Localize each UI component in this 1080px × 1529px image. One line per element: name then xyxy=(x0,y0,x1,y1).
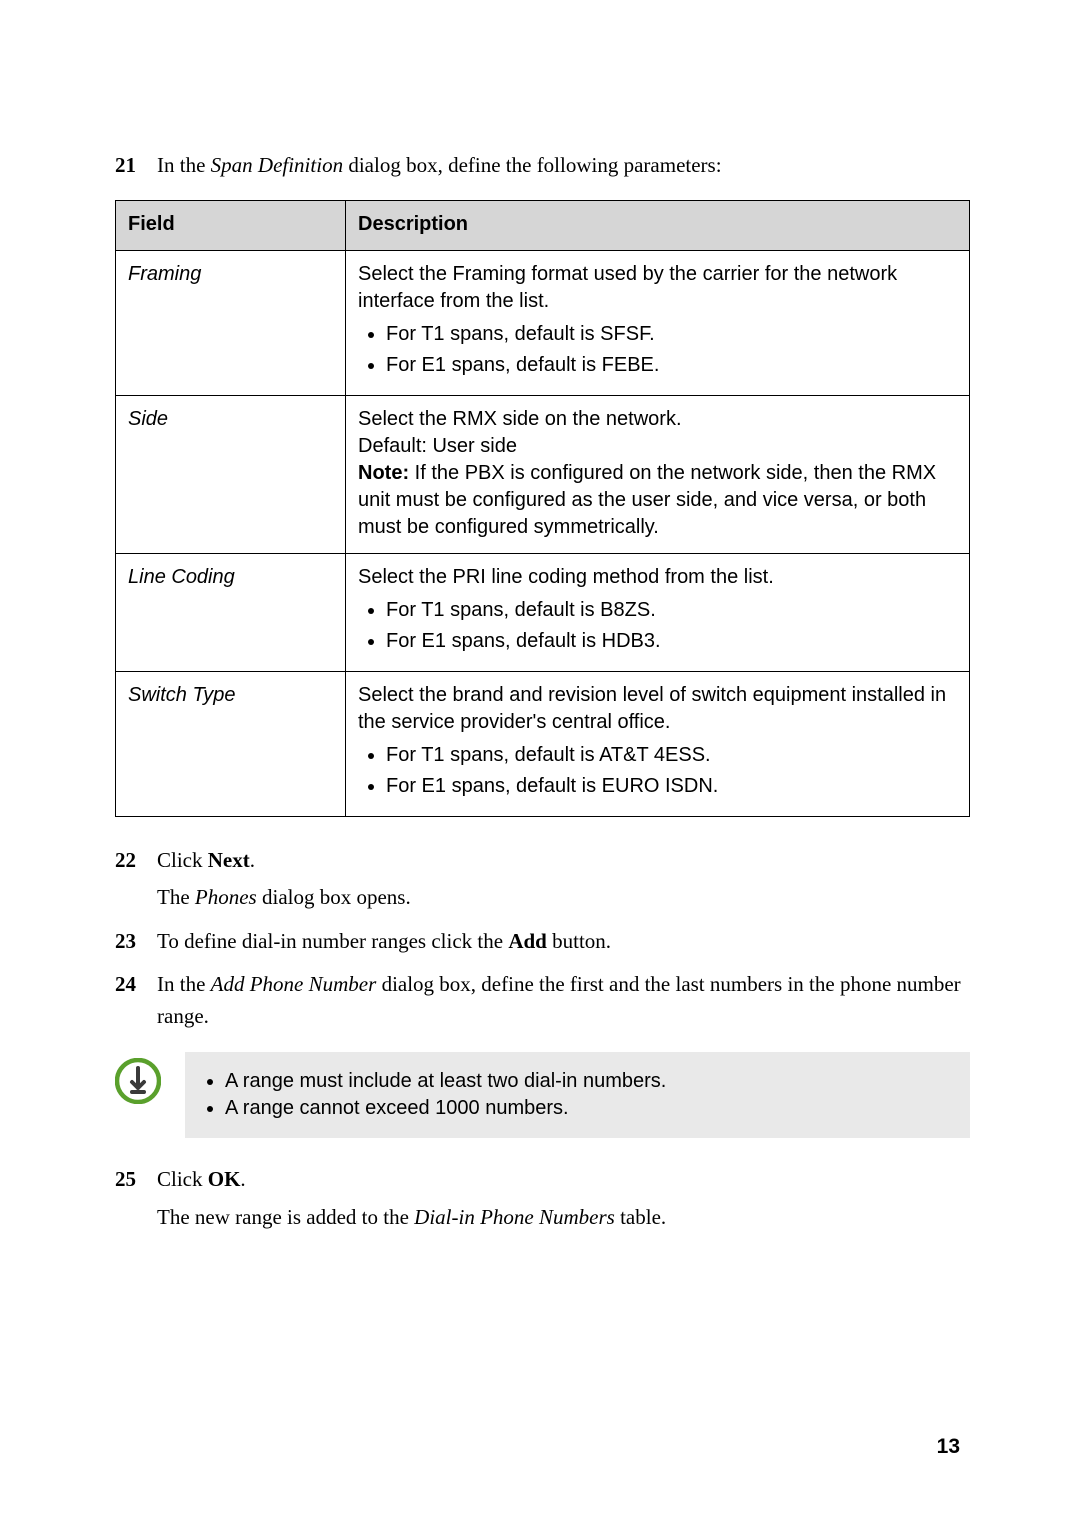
step-body: Click OK. The new range is added to the … xyxy=(157,1164,970,1233)
note-content: A range must include at least two dial-i… xyxy=(185,1052,970,1138)
desc-text: Select the brand and revision level of s… xyxy=(358,684,946,733)
page-number: 13 xyxy=(937,1435,960,1459)
note-callout: A range must include at least two dial-i… xyxy=(115,1052,970,1138)
list-item: For E1 spans, default is FEBE. xyxy=(386,352,957,379)
text-italic: Span Definition xyxy=(211,153,343,177)
text: To define dial-in number ranges click th… xyxy=(157,929,508,953)
field-name: Line Coding xyxy=(116,553,346,671)
note-icon xyxy=(115,1058,161,1104)
header-desc: Description xyxy=(346,200,970,250)
text: dialog box opens. xyxy=(257,885,411,909)
text-bold: Next xyxy=(208,848,250,872)
desc-text: Select the RMX side on the network. xyxy=(358,406,957,433)
text: In the xyxy=(157,972,211,996)
table-row: Framing Select the Framing format used b… xyxy=(116,250,970,395)
bullet-list: For T1 spans, default is AT&T 4ESS. For … xyxy=(358,742,957,800)
text: The new range is added to the xyxy=(157,1205,414,1229)
step-body: To define dial-in number ranges click th… xyxy=(157,926,970,958)
step-24: 24 In the Add Phone Number dialog box, d… xyxy=(115,969,970,1032)
field-name: Side xyxy=(116,395,346,553)
text-bold: Add xyxy=(508,929,547,953)
field-desc: Select the Framing format used by the ca… xyxy=(346,250,970,395)
table-row: Side Select the RMX side on the network.… xyxy=(116,395,970,553)
span-definition-table: Field Description Framing Select the Fra… xyxy=(115,200,970,817)
list-item: For T1 spans, default is SFSF. xyxy=(386,321,957,348)
list-item: For T1 spans, default is B8ZS. xyxy=(386,597,957,624)
text-italic: Phones xyxy=(195,885,257,909)
step-number: 25 xyxy=(115,1164,157,1233)
step-25: 25 Click OK. The new range is added to t… xyxy=(115,1164,970,1233)
field-desc: Select the PRI line coding method from t… xyxy=(346,553,970,671)
step-number: 22 xyxy=(115,845,157,914)
text: table. xyxy=(615,1205,666,1229)
desc-note: Note: If the PBX is configured on the ne… xyxy=(358,460,957,541)
text: . xyxy=(240,1167,245,1191)
bullet-list: For T1 spans, default is B8ZS. For E1 sp… xyxy=(358,597,957,655)
bullet-list: For T1 spans, default is SFSF. For E1 sp… xyxy=(358,321,957,379)
desc-text: Select the PRI line coding method from t… xyxy=(358,566,774,588)
text: Click xyxy=(157,1167,208,1191)
step-number: 23 xyxy=(115,926,157,958)
text-italic: Add Phone Number xyxy=(211,972,377,996)
field-name: Switch Type xyxy=(116,671,346,816)
text: . xyxy=(250,848,255,872)
text-italic: Dial-in Phone Numbers xyxy=(414,1205,615,1229)
table-row: Line Coding Select the PRI line coding m… xyxy=(116,553,970,671)
desc-text: Select the Framing format used by the ca… xyxy=(358,263,897,312)
list-item: For T1 spans, default is AT&T 4ESS. xyxy=(386,742,957,769)
list-item: For E1 spans, default is HDB3. xyxy=(386,628,957,655)
step-body: In the Span Definition dialog box, defin… xyxy=(157,150,970,182)
note-text: If the PBX is configured on the network … xyxy=(358,462,936,538)
step-body: Click Next. The Phones dialog box opens. xyxy=(157,845,970,914)
list-item: A range cannot exceed 1000 numbers. xyxy=(225,1097,954,1120)
step-23: 23 To define dial-in number ranges click… xyxy=(115,926,970,958)
step-body: In the Add Phone Number dialog box, defi… xyxy=(157,969,970,1032)
step-subtext: The Phones dialog box opens. xyxy=(157,882,970,914)
list-item: For E1 spans, default is EURO ISDN. xyxy=(386,773,957,800)
header-field: Field xyxy=(116,200,346,250)
note-icon-wrap xyxy=(115,1052,185,1109)
text-bold: OK xyxy=(208,1167,241,1191)
step-subtext: The new range is added to the Dial-in Ph… xyxy=(157,1202,970,1234)
list-item: A range must include at least two dial-i… xyxy=(225,1070,954,1093)
table-row: Switch Type Select the brand and revisio… xyxy=(116,671,970,816)
note-bullet-list: A range must include at least two dial-i… xyxy=(201,1070,954,1120)
note-label: Note: xyxy=(358,462,409,484)
step-22: 22 Click Next. The Phones dialog box ope… xyxy=(115,845,970,914)
desc-text: Default: User side xyxy=(358,433,957,460)
text: button. xyxy=(547,929,611,953)
field-desc: Select the brand and revision level of s… xyxy=(346,671,970,816)
field-desc: Select the RMX side on the network. Defa… xyxy=(346,395,970,553)
step-21: 21 In the Span Definition dialog box, de… xyxy=(115,150,970,182)
text: Click xyxy=(157,848,208,872)
step-number: 24 xyxy=(115,969,157,1032)
step-number: 21 xyxy=(115,150,157,182)
text: dialog box, define the following paramet… xyxy=(343,153,721,177)
field-name: Framing xyxy=(116,250,346,395)
text: The xyxy=(157,885,195,909)
text: In the xyxy=(157,153,211,177)
